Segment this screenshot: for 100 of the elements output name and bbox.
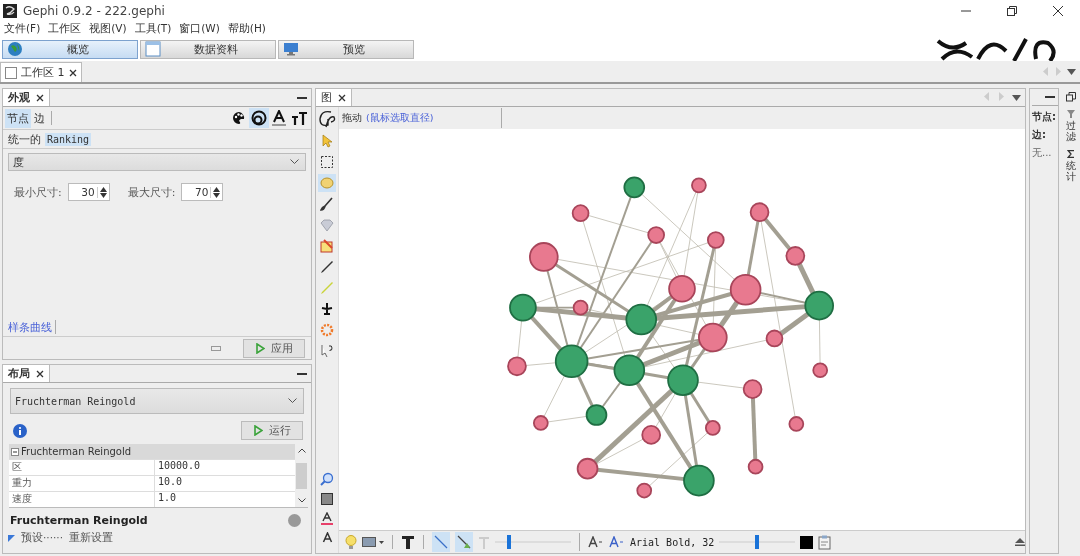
- layout-dropdown[interactable]: Fruchterman Reingold: [10, 388, 304, 414]
- close-icon[interactable]: [36, 93, 44, 102]
- diagonal-line-icon: [434, 535, 448, 549]
- filter-icon: [1067, 110, 1075, 118]
- spinner-field[interactable]: 30: [67, 183, 110, 201]
- panel-tab[interactable]: 外观: [3, 89, 50, 106]
- label-size-icon[interactable]: [321, 532, 333, 543]
- menu-item[interactable]: 帮助(H): [227, 22, 266, 36]
- mode-tab[interactable]: 预览: [278, 39, 414, 59]
- close-icon[interactable]: [338, 93, 346, 102]
- globe-icon: [7, 41, 23, 57]
- dropdown-icon[interactable]: [1067, 68, 1076, 75]
- attribute-tool[interactable]: [249, 108, 269, 128]
- colored-line-icon: [457, 535, 471, 549]
- bold-text-icon[interactable]: [401, 535, 415, 549]
- side-tab[interactable]: 统计: [1066, 150, 1076, 182]
- slider-thumb[interactable]: [755, 535, 760, 549]
- graph-node: [788, 416, 805, 432]
- element-tab[interactable]: 边: [32, 108, 47, 128]
- spinner-field[interactable]: 70: [181, 183, 224, 201]
- transform-tab[interactable]: 统一的: [6, 130, 43, 148]
- window-title: Gephi 0.9.2 - 222.gephi: [23, 3, 165, 18]
- mode-tab[interactable]: 概览: [2, 39, 138, 59]
- side-tab[interactable]: 过滤: [1066, 110, 1076, 142]
- graph-node: [691, 177, 707, 194]
- info-icon[interactable]: [13, 423, 27, 438]
- edge-tool[interactable]: [432, 532, 450, 552]
- property-value[interactable]: 10000.0: [155, 460, 201, 475]
- minimize-icon[interactable]: [297, 96, 307, 100]
- spin-up-icon[interactable]: [213, 186, 221, 192]
- reset-link[interactable]: 重新设置: [69, 531, 114, 545]
- font-size-down-icon[interactable]: [588, 536, 604, 548]
- square-icon[interactable]: [321, 493, 333, 505]
- dropdown-icon[interactable]: [1012, 95, 1021, 101]
- restore-icon[interactable]: [1006, 4, 1018, 17]
- close-icon[interactable]: [36, 369, 44, 378]
- spin-down-icon[interactable]: [213, 192, 221, 198]
- scroll-up-icon[interactable]: [297, 448, 306, 453]
- panel-tab[interactable]: 图: [316, 89, 352, 106]
- graph-node: [554, 344, 589, 379]
- attribute-dropdown[interactable]: 度: [8, 153, 306, 171]
- workspace-tab[interactable]: 工作区 1: [0, 62, 82, 82]
- graph-node: [571, 204, 590, 223]
- graph-node: [804, 290, 834, 321]
- graph-node: [706, 231, 725, 249]
- nodes-label: 节点:: [1032, 110, 1057, 124]
- slider-thumb[interactable]: [506, 535, 511, 549]
- font-icon[interactable]: [609, 536, 625, 548]
- menu-item[interactable]: 工作区: [48, 22, 82, 36]
- element-tab[interactable]: 节点: [5, 108, 31, 128]
- menu-item[interactable]: 窗口(W): [179, 22, 220, 36]
- graph-node: [623, 176, 646, 199]
- font-name[interactable]: Arial Bold, 32: [630, 536, 715, 548]
- eject-icon[interactable]: [1015, 538, 1025, 546]
- play-icon: [253, 425, 263, 436]
- spin-up-icon[interactable]: [99, 186, 107, 192]
- mode-tab[interactable]: 数据资料: [140, 39, 276, 59]
- property-value[interactable]: 1.0: [155, 492, 177, 507]
- color-swatch[interactable]: [800, 535, 814, 549]
- transform-tab[interactable]: Ranking: [45, 132, 92, 146]
- menu-item[interactable]: 工具(T): [134, 22, 172, 36]
- attribute-tool[interactable]: [289, 109, 309, 127]
- minimize-icon[interactable]: [1045, 95, 1055, 99]
- graph-tool[interactable]: [318, 195, 336, 213]
- close-icon[interactable]: [68, 68, 77, 77]
- clipboard-icon[interactable]: [818, 534, 833, 550]
- menu-item[interactable]: 视图(V): [89, 22, 127, 36]
- menu-item[interactable]: 文件(F): [4, 22, 41, 36]
- panel-tab[interactable]: 布局: [3, 365, 50, 382]
- close-icon[interactable]: [1052, 4, 1064, 17]
- graph-node: [625, 303, 658, 336]
- pencil-icon: [320, 260, 334, 274]
- edge-scale-slider[interactable]: [495, 534, 571, 550]
- paint-icon: [320, 239, 334, 253]
- apply-button[interactable]: 应用: [243, 338, 305, 358]
- zoom-icon[interactable]: [320, 472, 334, 486]
- document-icon: [5, 66, 17, 79]
- window-icon[interactable]: [1066, 92, 1076, 102]
- label-scale-slider[interactable]: [719, 534, 796, 550]
- tool-label: 拖动: [342, 111, 362, 125]
- attribute-tool[interactable]: [270, 108, 288, 128]
- presets-link[interactable]: 预设······: [21, 531, 64, 545]
- scroll-down-icon[interactable]: [297, 498, 306, 503]
- graph-node: [529, 242, 559, 272]
- diamond-icon: [320, 218, 334, 232]
- property-value[interactable]: 10.0: [155, 476, 183, 491]
- spline-link[interactable]: 样条曲线: [8, 319, 52, 335]
- graph-tool[interactable]: [318, 153, 336, 171]
- label-color-icon[interactable]: [321, 512, 333, 525]
- property-group-header[interactable]: Fruchterman Reingold: [9, 444, 295, 459]
- minimize-icon[interactable]: [297, 372, 307, 376]
- field-label: 最大尺寸:: [127, 184, 176, 200]
- screenshot-icon[interactable]: [362, 536, 384, 548]
- label-size-icon: [291, 111, 307, 125]
- graph-tool[interactable]: [318, 258, 336, 276]
- edge-tool[interactable]: [455, 532, 473, 552]
- palette-icon: [232, 111, 246, 125]
- spin-down-icon[interactable]: [99, 192, 107, 198]
- run-button[interactable]: 运行: [241, 421, 303, 440]
- gephi-logo-drawing: [317, 109, 337, 129]
